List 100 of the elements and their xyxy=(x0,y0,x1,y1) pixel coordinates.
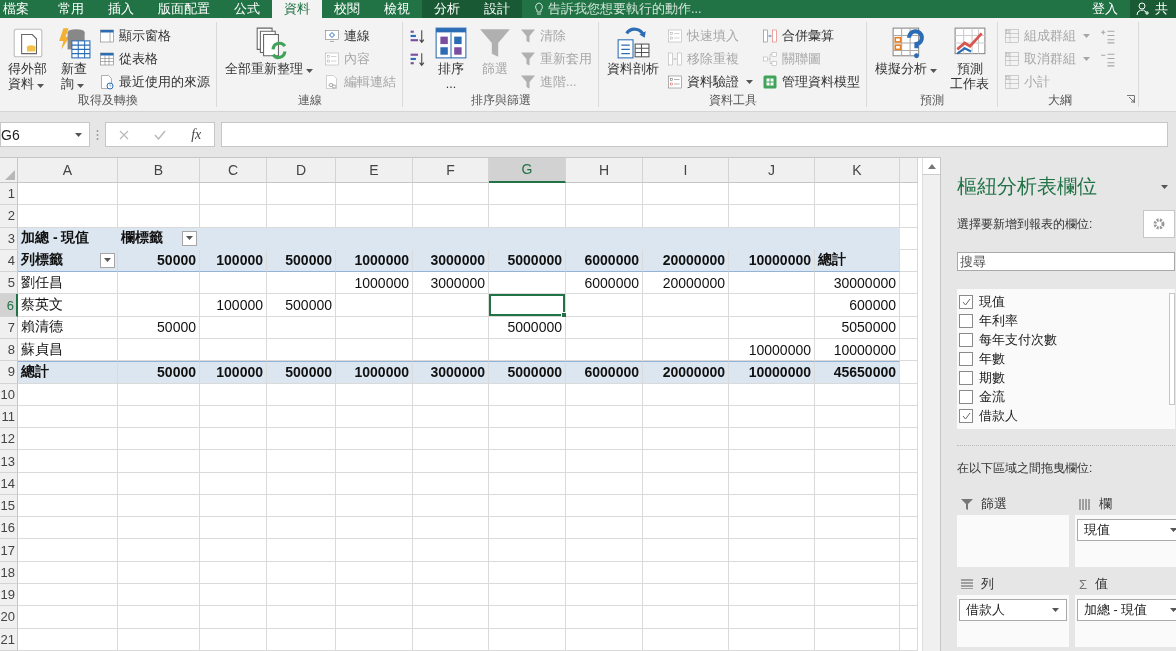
table-cell[interactable]: 列標籤 xyxy=(18,249,118,273)
row-header[interactable]: 10 xyxy=(0,383,18,406)
table-cell[interactable]: 20000000 xyxy=(643,361,729,384)
table-cell[interactable]: 劉任昌 xyxy=(18,272,118,295)
row-header[interactable]: 11 xyxy=(0,405,18,429)
table-cell[interactable]: 50000 xyxy=(118,316,200,339)
column-header[interactable]: H xyxy=(566,158,643,183)
row-header[interactable]: 3 xyxy=(0,227,18,250)
ribbon-button[interactable]: 排序 ... xyxy=(432,26,470,92)
table-cell[interactable]: 50000 xyxy=(118,361,200,384)
table-cell[interactable]: 蘇貞昌 xyxy=(18,338,118,362)
row-header[interactable]: 21 xyxy=(0,628,18,651)
ribbon-tab[interactable]: 版面配置 xyxy=(146,0,222,18)
ribbon-button[interactable]: 預測 工作表 xyxy=(948,26,991,92)
row-header[interactable]: 5 xyxy=(0,272,18,295)
ribbon-tab[interactable]: 分析 xyxy=(422,0,472,18)
table-cell[interactable]: 6000000 xyxy=(566,249,643,273)
table-cell[interactable]: 3000000 xyxy=(413,249,489,273)
table-cell[interactable]: 蔡英文 xyxy=(18,294,118,317)
table-cell[interactable]: 20000000 xyxy=(643,249,729,273)
row-header[interactable]: 7 xyxy=(0,316,18,339)
row-header[interactable]: 1 xyxy=(0,183,18,206)
ribbon-tab[interactable]: 檔案 xyxy=(0,0,32,18)
name-box[interactable]: G6 xyxy=(0,122,90,147)
ribbon-tab[interactable]: 設計 xyxy=(472,0,522,18)
table-cell[interactable]: 欄標籤 xyxy=(118,227,200,250)
field-item[interactable]: 年利率 xyxy=(957,312,1169,330)
ribbon-button[interactable]: 連線 xyxy=(324,26,396,46)
table-cell[interactable]: 100000 xyxy=(200,294,267,317)
column-header[interactable]: E xyxy=(336,158,413,183)
row-header[interactable]: 19 xyxy=(0,584,18,607)
ribbon-tab[interactable]: 校閱 xyxy=(322,0,372,18)
table-cell[interactable]: 100000 xyxy=(200,361,267,384)
field-item[interactable]: 期數 xyxy=(957,369,1169,387)
table-cell[interactable]: 3000000 xyxy=(413,272,489,295)
column-header[interactable]: D xyxy=(267,158,336,183)
column-header[interactable]: I xyxy=(643,158,729,183)
table-cell[interactable]: 賴清德 xyxy=(18,316,118,339)
row-header[interactable]: 17 xyxy=(0,539,18,562)
table-cell[interactable]: 100000 xyxy=(200,249,267,273)
ribbon-button[interactable]: 合併彙算 xyxy=(762,26,860,46)
field-item[interactable]: 每年支付次數 xyxy=(957,331,1169,349)
row-header[interactable]: 12 xyxy=(0,428,18,451)
table-cell[interactable]: 20000000 xyxy=(643,272,729,295)
ribbon-tab[interactable]: 資料 xyxy=(272,0,322,18)
table-cell[interactable]: 5050000 xyxy=(815,316,900,339)
table-cell[interactable]: 1000000 xyxy=(336,249,413,273)
row-header[interactable]: 8 xyxy=(0,338,18,362)
ribbon-tab[interactable]: 插入 xyxy=(96,0,146,18)
row-header[interactable]: 9 xyxy=(0,361,18,384)
table-cell[interactable]: 5000000 xyxy=(489,316,566,339)
ribbon-tab[interactable]: 公式 xyxy=(222,0,272,18)
field-dropdown[interactable]: 借款人 xyxy=(959,599,1067,621)
table-cell[interactable]: 500000 xyxy=(267,294,336,317)
column-header[interactable]: G xyxy=(489,158,566,183)
column-header[interactable]: B xyxy=(118,158,200,183)
row-header[interactable]: 4 xyxy=(0,249,18,273)
ribbon-button[interactable]: 新查 詢 xyxy=(55,26,93,92)
row-header[interactable]: 2 xyxy=(0,205,18,228)
ribbon-button[interactable]: 顯示窗格 xyxy=(99,26,210,46)
ribbon-button[interactable]: 得外部 資料 xyxy=(6,26,49,92)
table-cell[interactable]: 6000000 xyxy=(566,272,643,295)
table-cell[interactable]: 1000000 xyxy=(336,272,413,295)
field-dropdown[interactable]: 加總 - 現值 xyxy=(1077,599,1176,621)
table-cell[interactable]: 30000000 xyxy=(815,272,900,295)
ribbon-button[interactable]: 資料驗證 xyxy=(667,72,756,92)
table-cell[interactable]: 10000000 xyxy=(729,338,815,362)
ribbon-button[interactable]: 管理資料模型 xyxy=(762,72,860,92)
insert-function-button[interactable]: fx xyxy=(191,126,202,143)
ribbon-button[interactable]: 模擬分析 xyxy=(873,26,942,77)
drop-area[interactable]: 借款人 xyxy=(957,595,1069,647)
field-dropdown[interactable]: 現值 xyxy=(1077,519,1176,541)
row-header[interactable]: 18 xyxy=(0,561,18,585)
table-cell[interactable]: 1000000 xyxy=(336,361,413,384)
ribbon-tab[interactable]: 常用 xyxy=(46,0,96,18)
table-cell[interactable]: 3000000 xyxy=(413,361,489,384)
table-cell[interactable]: 10000000 xyxy=(729,361,815,384)
search-field[interactable]: 搜尋 xyxy=(957,252,1175,271)
field-item[interactable]: 借款人 xyxy=(957,407,1169,425)
table-cell[interactable]: 500000 xyxy=(267,361,336,384)
table-cell[interactable]: 10000000 xyxy=(815,338,900,362)
table-cell[interactable]: 5000000 xyxy=(489,361,566,384)
row-header[interactable]: 15 xyxy=(0,494,18,518)
ribbon-button[interactable]: 資料剖析 xyxy=(605,26,661,77)
row-header[interactable]: 16 xyxy=(0,517,18,540)
drop-area[interactable]: 現值 xyxy=(1075,515,1176,567)
sign-in-link[interactable]: 登入 xyxy=(1080,0,1130,18)
row-header[interactable]: 13 xyxy=(0,450,18,473)
column-header[interactable]: F xyxy=(413,158,489,183)
drop-area[interactable]: 加總 - 現值 xyxy=(1075,595,1176,647)
column-header[interactable]: J xyxy=(729,158,815,183)
table-cell[interactable]: 600000 xyxy=(815,294,900,317)
table-cell[interactable]: 總計 xyxy=(18,361,118,384)
field-item[interactable]: 年數 xyxy=(957,350,1169,368)
table-cell[interactable]: 總計 xyxy=(815,249,900,273)
ribbon-tab[interactable]: 檢視 xyxy=(372,0,422,18)
ribbon-button[interactable]: 從表格 xyxy=(99,49,210,69)
table-cell[interactable]: 5000000 xyxy=(489,249,566,273)
row-header[interactable]: 14 xyxy=(0,472,18,495)
column-header[interactable]: K xyxy=(815,158,900,183)
